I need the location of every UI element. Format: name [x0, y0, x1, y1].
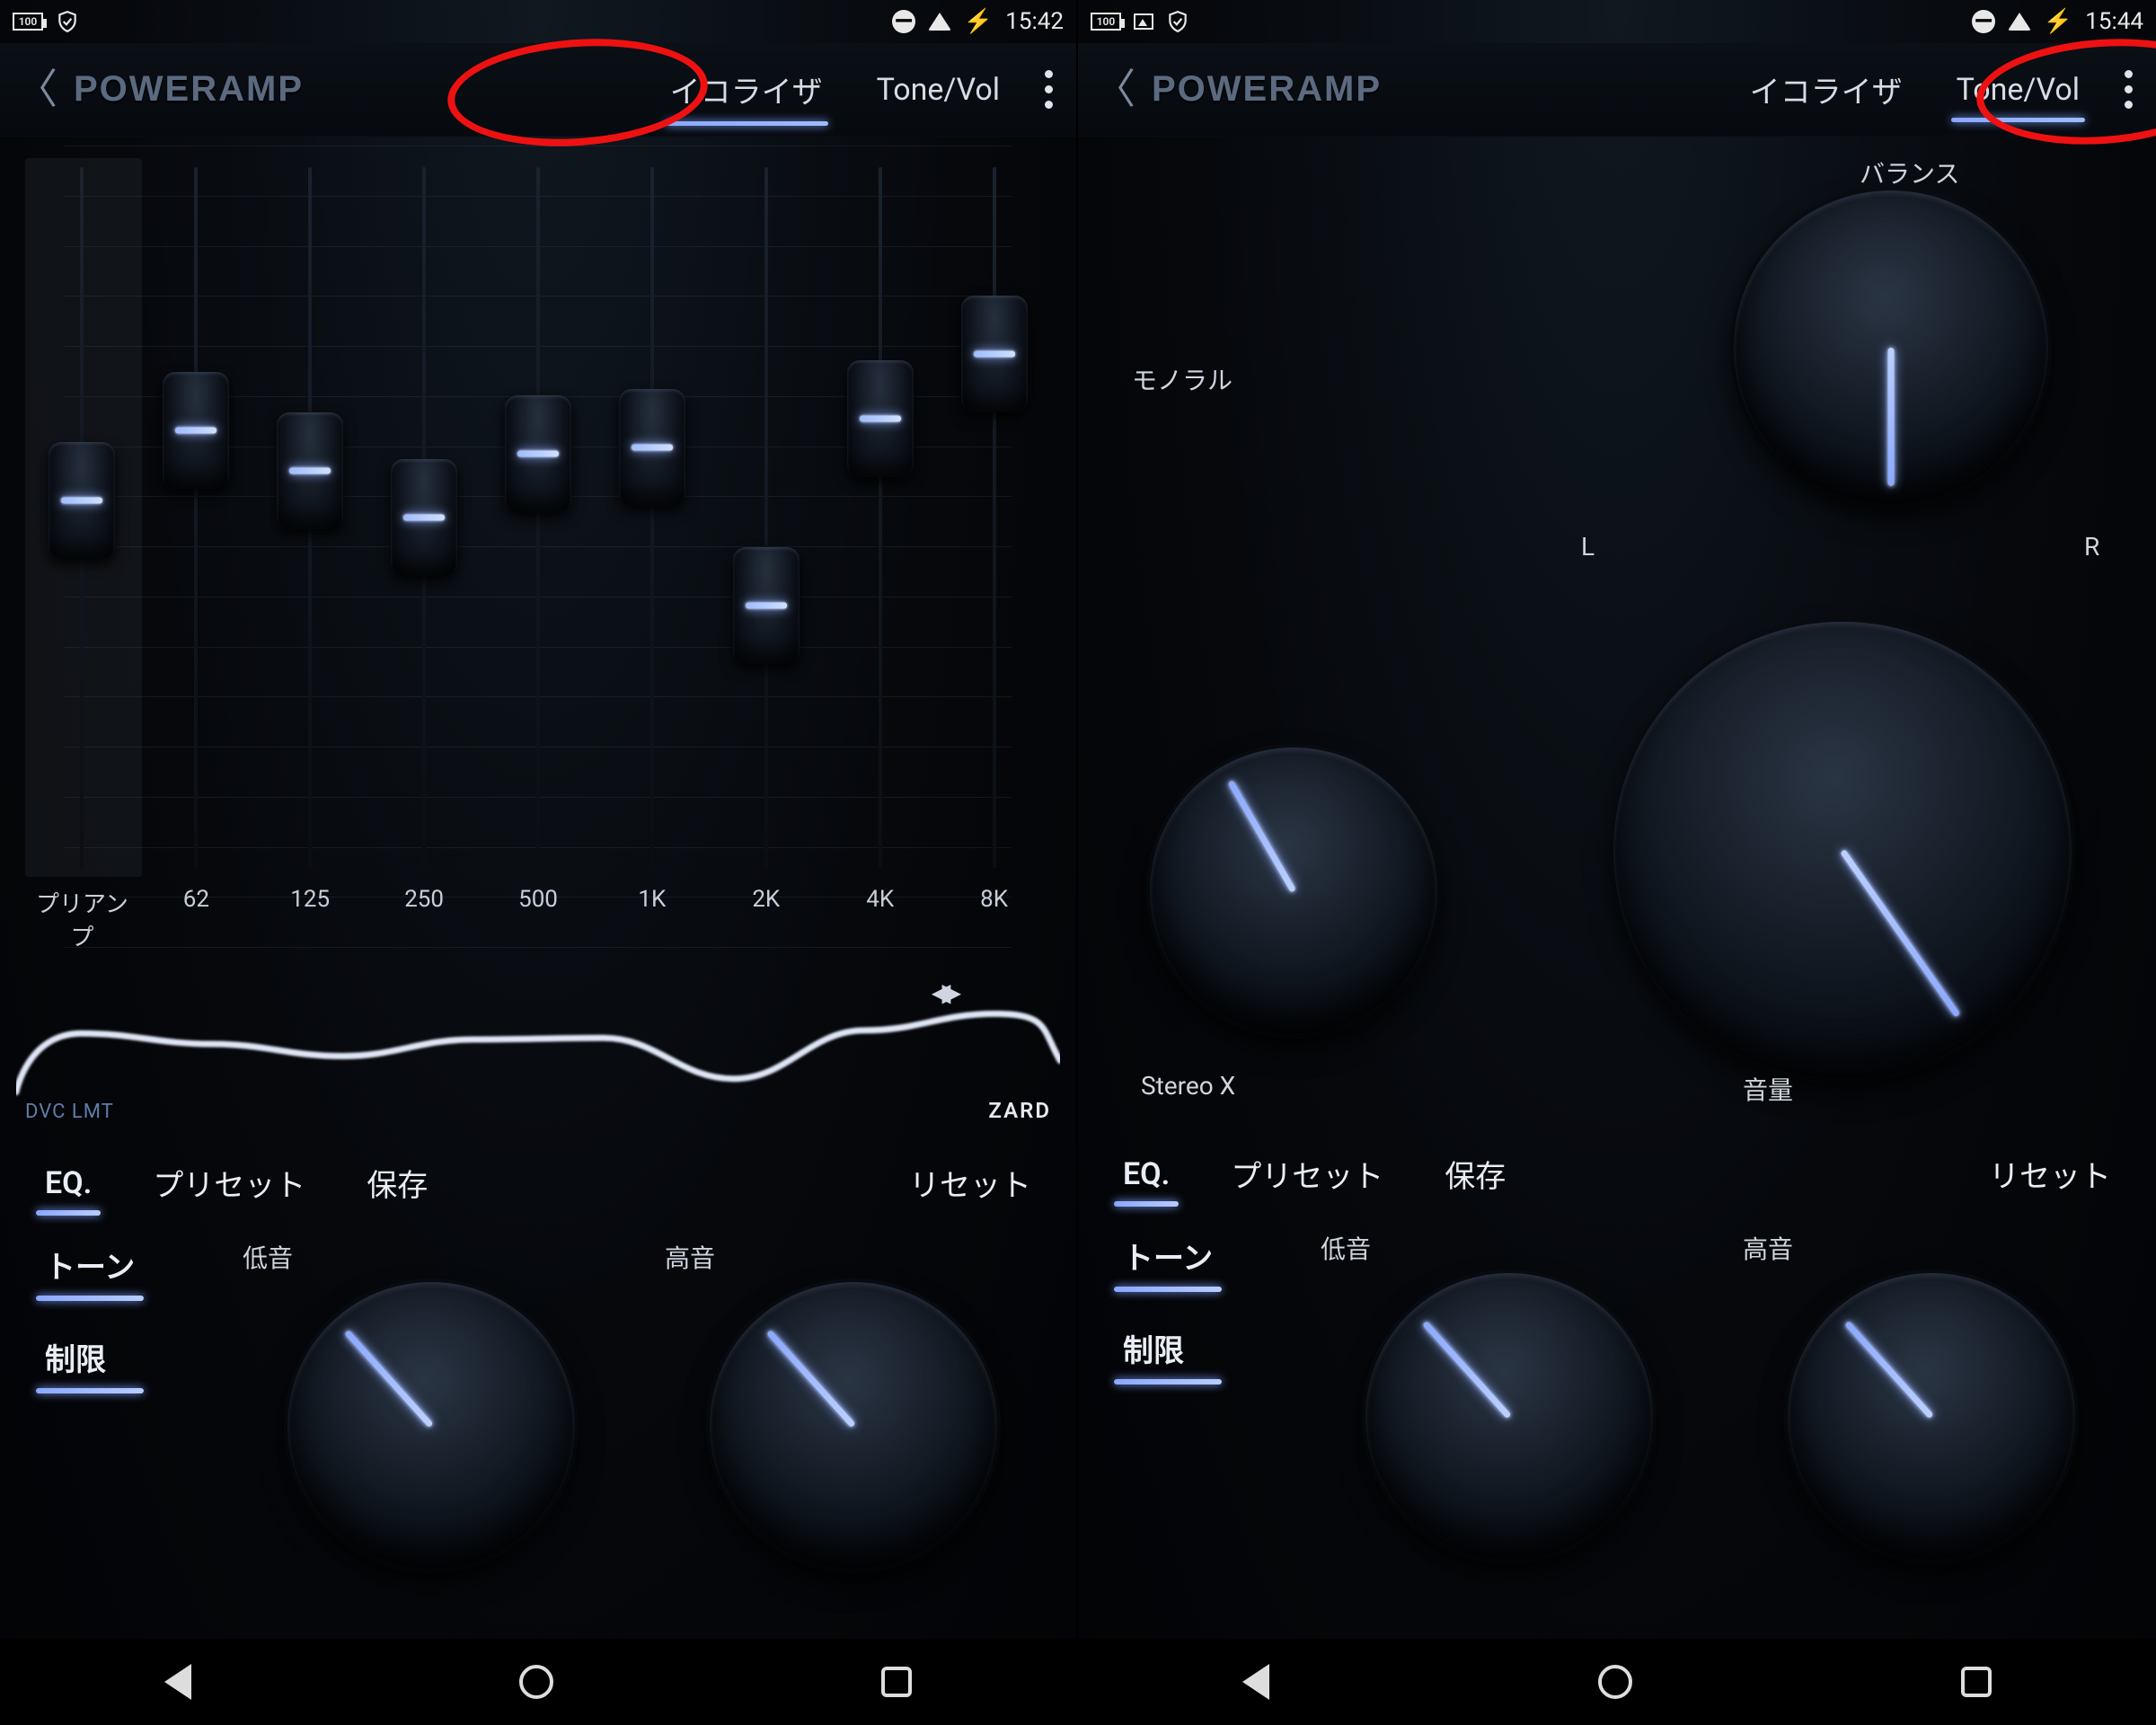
- nav-back-icon[interactable]: [164, 1664, 191, 1700]
- bass-knob[interactable]: [287, 1282, 575, 1570]
- eq-band-label: 500: [482, 886, 596, 952]
- eq-band-slider[interactable]: [595, 158, 709, 877]
- treble-label: 高音: [665, 1239, 715, 1275]
- wifi-icon: [2008, 13, 2031, 31]
- dnd-icon: —: [1972, 10, 1995, 33]
- battery-indicator-icon: 100: [1091, 13, 1121, 31]
- treble-knob[interactable]: [1788, 1273, 2075, 1561]
- app-header: 〈 POWERAMP イコライザ Tone/Vol: [1078, 43, 2156, 137]
- eq-band-label: 8K: [937, 886, 1051, 952]
- tab-tone-vol[interactable]: Tone/Vol: [1955, 66, 2081, 113]
- eq-band-label: 2K: [709, 886, 823, 952]
- eq-band-label: 4K: [823, 886, 937, 952]
- app-brand: POWERAMP: [1152, 69, 1382, 110]
- tone-knob-row: トーン 制限 低音 高音: [1078, 1230, 2156, 1589]
- save-button[interactable]: 保存: [1441, 1148, 1509, 1199]
- controls-row-1: EQ. プリセット 保存 リセット: [1078, 1116, 2156, 1199]
- charging-icon: ⚡: [2044, 8, 2072, 35]
- tone-vol-panel: バランス モノラル L R Stereo X 音量: [1078, 137, 2156, 1116]
- eq-band-slider[interactable]: [367, 158, 482, 877]
- shield-icon: [56, 10, 79, 33]
- status-time: 15:42: [1005, 8, 1064, 35]
- balance-right-label: R: [2084, 532, 2099, 562]
- balance-left-label: L: [1581, 532, 1595, 562]
- app-header: 〈 POWERAMP イコライザ Tone/Vol: [0, 43, 1076, 137]
- controls-row-1: EQ. プリセット 保存 リセット: [0, 1125, 1076, 1208]
- eq-band-label: 62: [139, 886, 253, 952]
- tab-equalizer[interactable]: イコライザ: [668, 62, 825, 117]
- nav-home-icon[interactable]: [1598, 1665, 1632, 1699]
- overflow-menu-icon[interactable]: [2125, 70, 2133, 109]
- limit-toggle-button[interactable]: 制限: [41, 1331, 138, 1383]
- preset-name: ZARD: [988, 1098, 1051, 1123]
- eq-band-slider[interactable]: [253, 158, 367, 877]
- eq-band-slider[interactable]: [823, 158, 937, 877]
- nav-home-icon[interactable]: [519, 1665, 553, 1699]
- volume-knob[interactable]: [1613, 622, 2072, 1080]
- bass-label: 低音: [1321, 1230, 1371, 1266]
- tab-tone-vol[interactable]: Tone/Vol: [875, 66, 1002, 113]
- status-bar: 100 — ⚡ 15:44: [1078, 0, 2156, 43]
- back-icon[interactable]: 〈: [16, 69, 57, 111]
- overflow-menu-icon[interactable]: [1045, 70, 1053, 109]
- nav-back-icon[interactable]: [1242, 1664, 1269, 1700]
- eq-band-labels: プリアンプ621252505001K2K4K8K: [25, 886, 1051, 952]
- eq-band-label: 1K: [595, 886, 709, 952]
- eq-band-label: 125: [253, 886, 367, 952]
- status-time: 15:44: [2085, 8, 2143, 35]
- preset-button[interactable]: プリセット: [1227, 1148, 1387, 1199]
- tone-knob-row: トーン 制限 低音 高音: [0, 1239, 1076, 1598]
- eq-band-slider[interactable]: [139, 158, 253, 877]
- equalizer-panel: プリアンプ621252505001K2K4K8K: [0, 137, 1076, 956]
- dnd-icon: —: [892, 10, 915, 33]
- android-navbar: [1078, 1639, 2156, 1725]
- reset-button[interactable]: リセット: [1985, 1148, 2115, 1199]
- status-bar: 100 — ⚡ 15:42: [0, 0, 1076, 43]
- eq-band-slider[interactable]: [709, 158, 823, 877]
- stereox-label: Stereo X: [1141, 1071, 1235, 1101]
- screenshot-icon: [1134, 13, 1153, 30]
- eq-band-label: 250: [367, 886, 482, 952]
- balance-label: バランス: [1860, 155, 1959, 190]
- eq-toggle-button[interactable]: EQ.: [41, 1162, 95, 1205]
- nav-recent-icon[interactable]: [1961, 1667, 1992, 1697]
- mono-label[interactable]: モノラル: [1132, 361, 1233, 397]
- eq-toggle-button[interactable]: EQ.: [1119, 1153, 1173, 1196]
- tone-toggle-button[interactable]: トーン: [1119, 1230, 1216, 1281]
- back-icon[interactable]: 〈: [1094, 69, 1135, 111]
- eq-band-slider[interactable]: [937, 158, 1051, 877]
- save-button[interactable]: 保存: [363, 1157, 431, 1208]
- tab-equalizer[interactable]: イコライザ: [1748, 62, 1904, 117]
- stereox-knob[interactable]: [1150, 748, 1437, 1035]
- battery-indicator-icon: 100: [13, 13, 43, 31]
- bass-knob[interactable]: [1365, 1273, 1653, 1561]
- preamp-slider[interactable]: [25, 158, 139, 877]
- eq-response-curve[interactable]: ◀▶ DVC LMT ZARD: [16, 972, 1060, 1125]
- limit-toggle-button[interactable]: 制限: [1119, 1322, 1216, 1374]
- balance-knob[interactable]: [1734, 190, 2048, 505]
- android-navbar: [0, 1639, 1076, 1725]
- wifi-icon: [928, 13, 951, 31]
- preamp-label: プリアンプ: [25, 886, 139, 952]
- eq-sliders: [25, 158, 1051, 877]
- eq-band-slider[interactable]: [482, 158, 596, 877]
- reset-button[interactable]: リセット: [906, 1157, 1035, 1208]
- volume-label: 音量: [1743, 1071, 1793, 1107]
- nav-recent-icon[interactable]: [881, 1667, 912, 1697]
- treble-label: 高音: [1743, 1230, 1793, 1266]
- curve-handle-icon[interactable]: ◀▶: [932, 978, 952, 1007]
- tone-toggle-button[interactable]: トーン: [41, 1239, 138, 1290]
- app-brand: POWERAMP: [74, 69, 304, 110]
- bass-label: 低音: [243, 1239, 293, 1275]
- charging-icon: ⚡: [964, 8, 993, 35]
- dvc-lmt-label: DVC LMT: [25, 1101, 114, 1123]
- treble-knob[interactable]: [710, 1282, 997, 1570]
- shield-icon: [1166, 10, 1189, 33]
- preset-button[interactable]: プリセット: [149, 1157, 309, 1208]
